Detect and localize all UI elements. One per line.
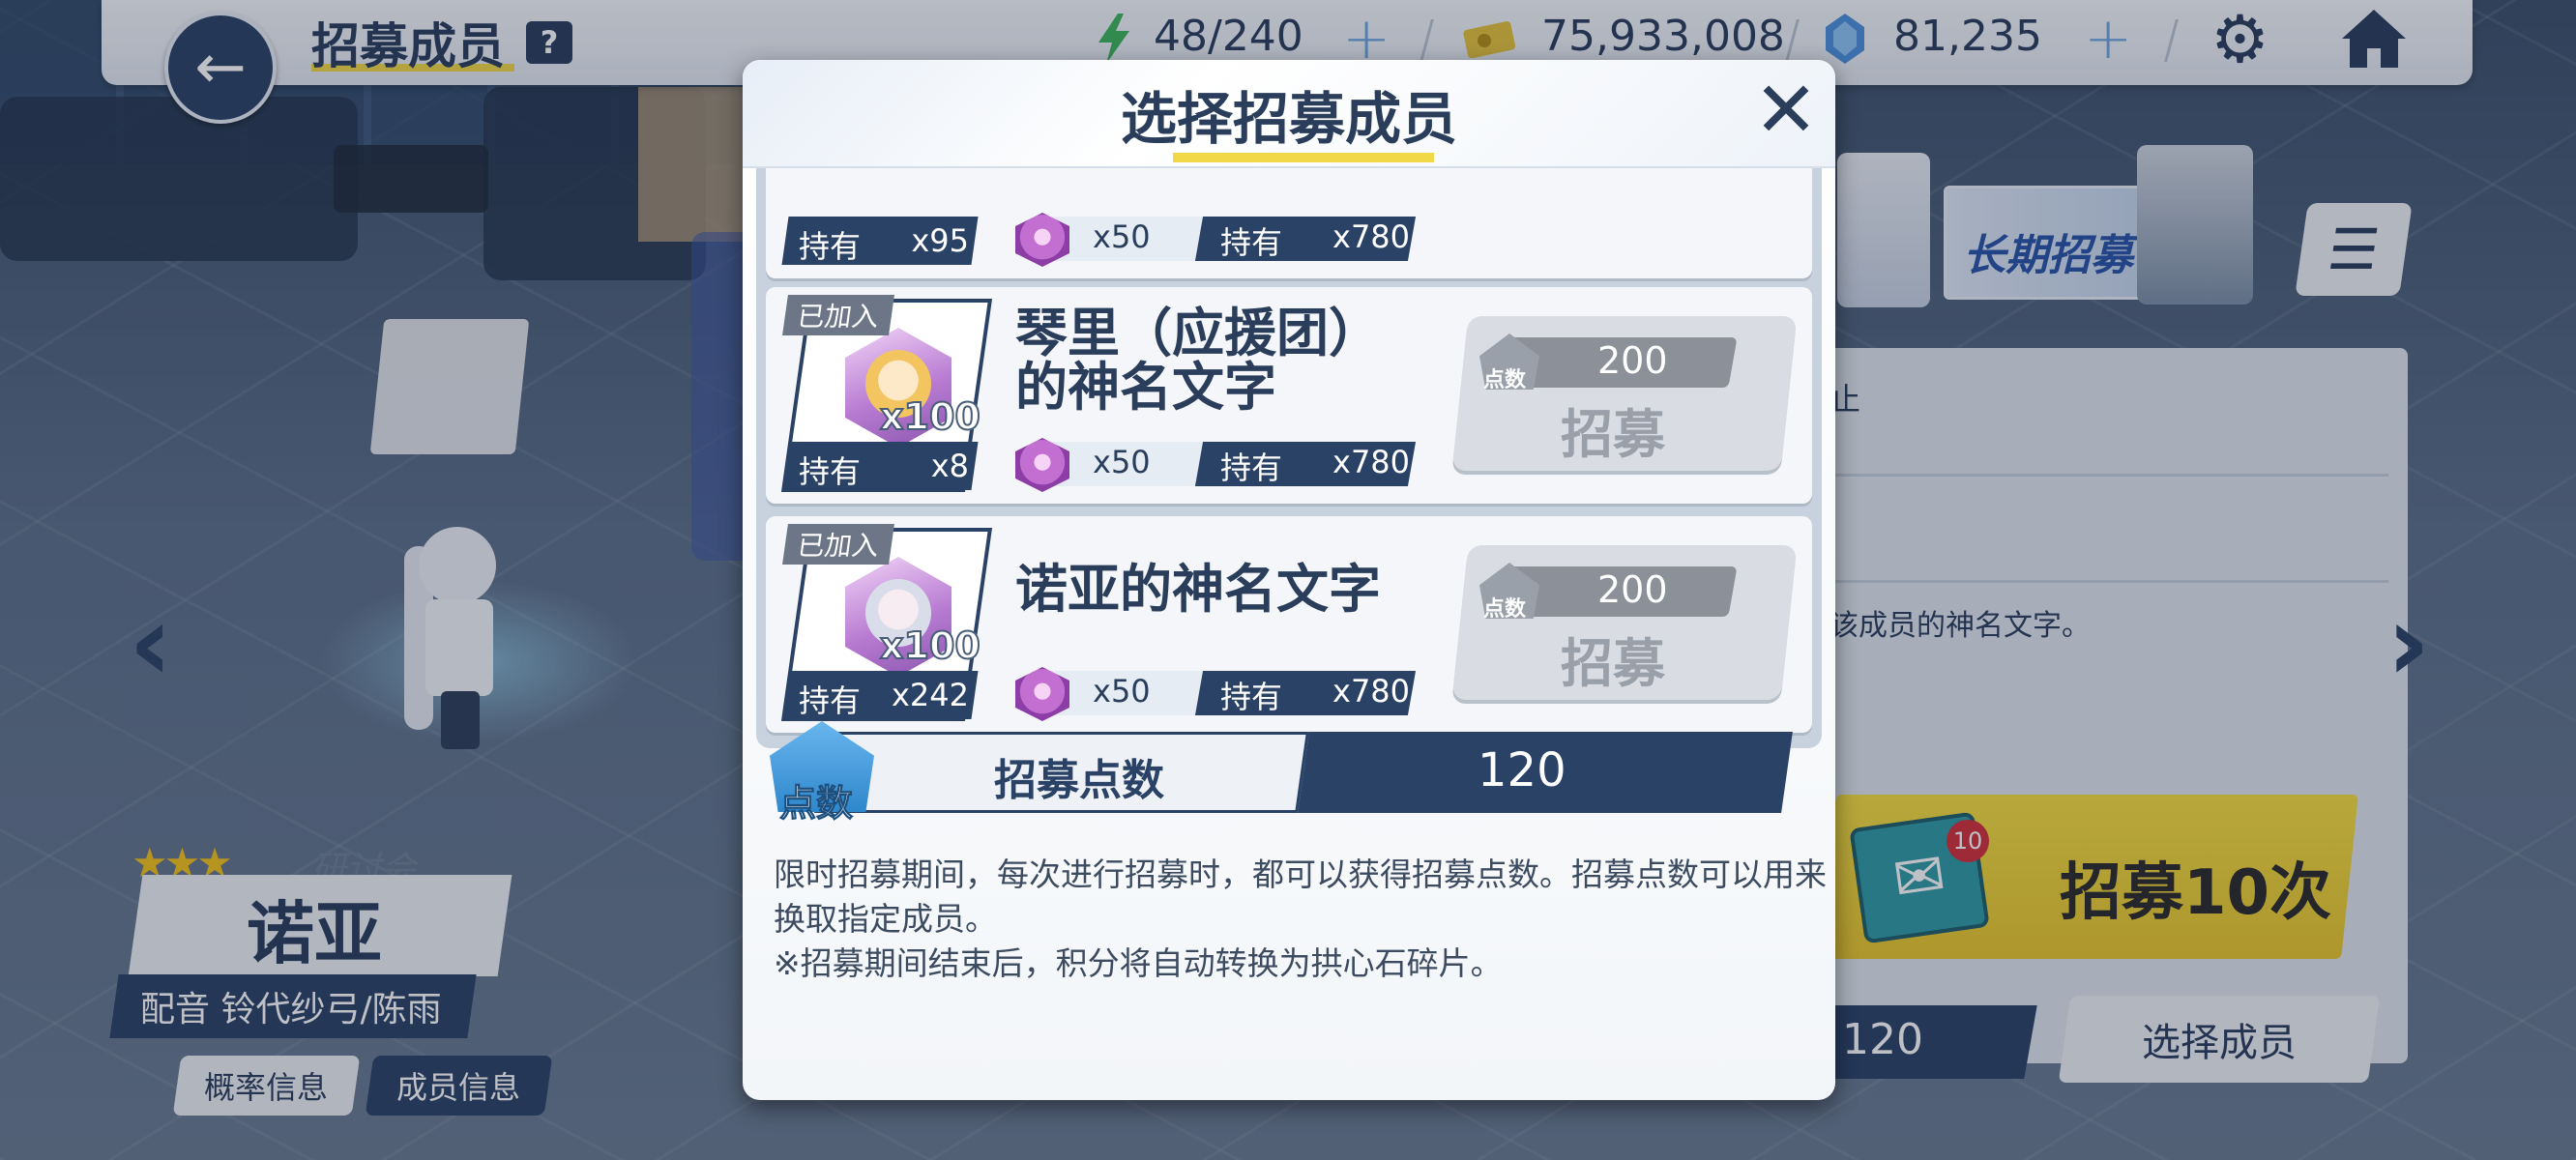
points-icon-label: 点数 [1483, 368, 1527, 392]
owned-eligma-value: x780 [1332, 218, 1411, 255]
owned-label: 持有 [799, 453, 862, 490]
member-list[interactable]: 持有 x95 x50 持有 x780 已加入 x100 持有 x8 琴里（应援团… [756, 168, 1822, 748]
joined-tag: 已加入 [782, 524, 894, 565]
joined-tag: 已加入 [782, 295, 894, 335]
portrait-quantity: x100 [879, 394, 981, 439]
close-icon[interactable]: ✕ [1750, 72, 1822, 149]
cost-value: x50 [1093, 444, 1151, 480]
points-cost: 200 [1597, 568, 1668, 611]
recruit-points-bar: 招募点数 120 [814, 732, 1793, 817]
recruit-label: 招募 [1561, 404, 1665, 465]
owned-value: x95 [911, 222, 969, 259]
points-icon-label: 点数 [1483, 597, 1527, 622]
owned-eligma-value: x780 [1332, 444, 1411, 480]
points-icon-label: 点数 [778, 782, 854, 826]
recruit-points-value: 120 [1478, 743, 1566, 798]
owned-label: 持有 [799, 682, 862, 719]
cost-row: x50 持有 x780 [1015, 438, 1421, 492]
points-cost: 200 [1597, 339, 1668, 382]
item-name: 琴里（应援团）的神名文字 [1015, 303, 1381, 418]
select-member-dialog: 选择招募成员 ✕ 持有 x95 x50 持有 x780 已加入 x100 持有 … [743, 60, 1835, 1100]
owned-eligma-label: 持有 [1220, 450, 1283, 486]
cost-value: x50 [1093, 673, 1151, 710]
item-name: 诺亚的神名文字 [1015, 559, 1381, 620]
dialog-header: 选择招募成员 ✕ [743, 60, 1835, 168]
recruit-points-label: 招募点数 [994, 756, 1164, 805]
cost-row: x50 持有 x780 [1015, 213, 1421, 267]
description-line: 限时招募期间，每次进行招募时，都可以获得招募点数。招募点数可以用来换取指定成员。 [774, 856, 1827, 938]
description-note: ※招募期间结束后，积分将自动转换为拱心石碎片。 [774, 944, 1503, 982]
owned-label: 持有 [799, 228, 862, 265]
list-item[interactable]: 已加入 x100 持有 x242 诺亚的神名文字 x50 持有 x780 点数 [766, 516, 1812, 733]
cost-row: x50 持有 x780 [1015, 667, 1421, 721]
cost-value: x50 [1093, 218, 1151, 255]
portrait-quantity: x100 [879, 624, 981, 668]
dialog-title: 选择招募成员 [1120, 86, 1457, 152]
owned-eligma-label: 持有 [1220, 679, 1283, 715]
owned-eligma-label: 持有 [1220, 224, 1283, 261]
list-item[interactable]: 持有 x95 x50 持有 x780 [766, 168, 1812, 278]
owned-value: x242 [891, 677, 969, 713]
description-text: 限时招募期间，每次进行招募时，都可以获得招募点数。招募点数可以用来换取指定成员。… [774, 853, 1828, 986]
owned-value: x8 [930, 448, 969, 484]
recruit-label: 招募 [1561, 633, 1665, 694]
owned-eligma-value: x780 [1332, 673, 1411, 710]
list-item[interactable]: 已加入 x100 持有 x8 琴里（应援团）的神名文字 x50 持有 x780 … [766, 287, 1812, 504]
